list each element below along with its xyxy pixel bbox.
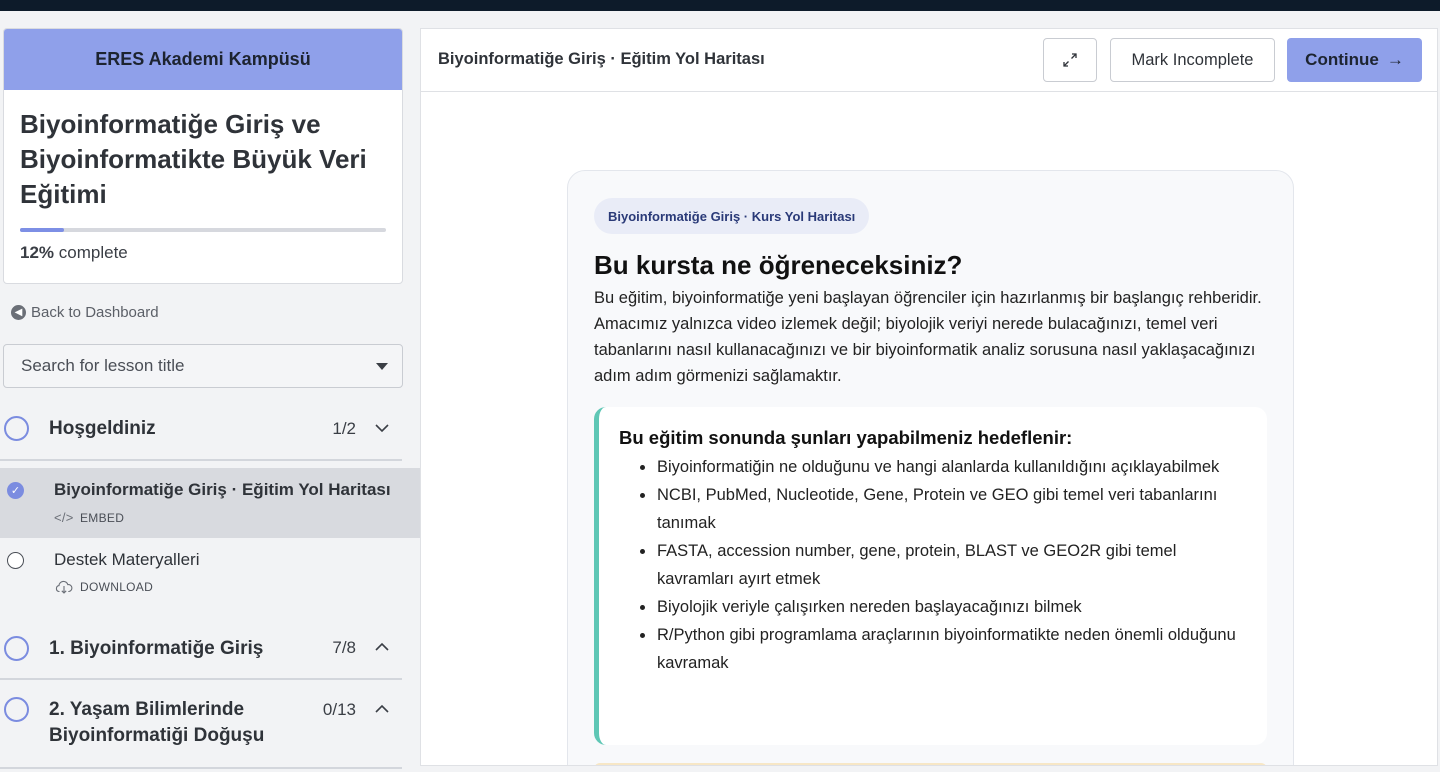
caret-down-icon: [376, 363, 388, 370]
section-count: 1/2: [332, 419, 356, 438]
arrow-right-icon: →: [1386, 50, 1404, 69]
content-intro: Bu eğitim, biyoinformatiğe yeni başlayan…: [594, 289, 1262, 385]
progress-bar-fill: [20, 228, 64, 232]
lesson-search-placeholder: Search for lesson title: [21, 356, 185, 375]
progress-suffix: complete: [58, 243, 128, 262]
lesson-type: DOWNLOAD: [54, 580, 153, 594]
lesson-title: Biyoinformatiğe Giriş · Eğitim Yol Harit…: [54, 480, 391, 499]
goal-item: R/Python gibi programlama araçlarının bi…: [637, 621, 1247, 677]
section-progress-circle: [4, 697, 29, 722]
section-count: 0/13: [322, 700, 356, 719]
top-bar: [0, 0, 1440, 11]
content-heading: Bu kursta ne öğreneceksiniz?: [594, 250, 963, 280]
section-count: 7/8: [332, 638, 356, 657]
campus-name[interactable]: ERES Akademi Kampüsü: [4, 29, 402, 90]
lesson-item[interactable]: Destek Materyalleri DOWNLOAD: [0, 538, 420, 608]
lesson-type-label: DOWNLOAD: [80, 580, 154, 594]
code-icon: </>: [54, 510, 74, 525]
lesson-type-label: EMBED: [80, 510, 125, 525]
lesson-search-select[interactable]: Search for lesson title: [3, 344, 403, 388]
section-header-hosgeldiniz[interactable]: Hoşgeldiniz 1/2: [0, 399, 402, 461]
back-to-dashboard-label: Back to Dashboard: [31, 304, 159, 321]
next-callout-box: [594, 763, 1267, 765]
goal-item: Biyoinformatiğin ne olduğunu ve hangi al…: [637, 453, 1247, 481]
progress-text: 12% complete: [20, 243, 128, 263]
chevron-down-icon: [375, 424, 389, 433]
goal-item: FASTA, accession number, gene, protein, …: [637, 537, 1247, 593]
mark-incomplete-button[interactable]: Mark Incomplete: [1110, 38, 1275, 82]
section-title: Hoşgeldiniz: [49, 418, 156, 439]
section-progress-circle: [4, 636, 29, 661]
arrow-left-circle-icon: ◀: [11, 305, 26, 320]
lesson-title: Destek Materyalleri: [54, 550, 200, 569]
lesson-content-panel: Biyoinformatiğe Giriş · Eğitim Yol Harit…: [420, 28, 1438, 766]
course-title: Biyoinformatiğe Giriş ve Biyoinformatikt…: [20, 109, 367, 209]
chevron-up-icon: [375, 642, 389, 651]
section-progress-circle: [4, 416, 29, 441]
course-roadmap-pill: Biyoinformatiğe Giriş · Kurs Yol Haritas…: [594, 198, 870, 234]
goal-item: Biyolojik veriyle çalışırken nereden baş…: [637, 593, 1247, 621]
goal-item: NCBI, PubMed, Nucleotide, Gene, Protein …: [637, 481, 1247, 537]
goals-list: Biyoinformatiğin ne olduğunu ve hangi al…: [637, 453, 1247, 677]
progress-bar: [20, 228, 386, 232]
lesson-type: </> EMBED: [54, 510, 124, 525]
section-title: 2. Yaşam Bilimlerinde Biyoinformatiği Do…: [49, 699, 265, 746]
content-card: Biyoinformatiğe Giriş · Kurs Yol Haritas…: [567, 170, 1294, 765]
section-header-yasam-bilimlerinde[interactable]: 2. Yaşam Bilimlerinde Biyoinformatiği Do…: [0, 681, 402, 769]
lesson-header: Biyoinformatiğe Giriş · Eğitim Yol Harit…: [421, 29, 1437, 92]
section-title: 1. Biyoinformatiğe Giriş: [49, 638, 264, 659]
continue-button[interactable]: Continue →: [1287, 38, 1422, 82]
progress-percent: 12%: [20, 243, 55, 262]
cloud-download-icon: [55, 580, 73, 594]
back-to-dashboard-link[interactable]: ◀ Back to Dashboard: [11, 304, 159, 321]
expand-icon: [1063, 53, 1077, 67]
check-circle-icon: ✓: [7, 482, 24, 499]
expand-button[interactable]: [1043, 38, 1097, 82]
course-card: ERES Akademi Kampüsü Biyoinformatiğe Gir…: [3, 28, 403, 284]
lesson-item[interactable]: ✓ Biyoinformatiğe Giriş · Eğitim Yol Har…: [0, 468, 420, 538]
goals-box: Bu eğitim sonunda şunları yapabilmeniz h…: [594, 407, 1267, 745]
goals-title: Bu eğitim sonunda şunları yapabilmeniz h…: [619, 427, 1073, 448]
chevron-up-icon: [375, 704, 389, 713]
lesson-title-header: Biyoinformatiğe Giriş · Eğitim Yol Harit…: [438, 50, 765, 68]
incomplete-circle-icon: [7, 552, 24, 569]
sidebar: ERES Akademi Kampüsü Biyoinformatiğe Gir…: [0, 11, 420, 772]
section-header-biyoinformatige-giris[interactable]: 1. Biyoinformatiğe Giriş 7/8: [0, 619, 402, 680]
continue-label: Continue: [1305, 50, 1379, 69]
